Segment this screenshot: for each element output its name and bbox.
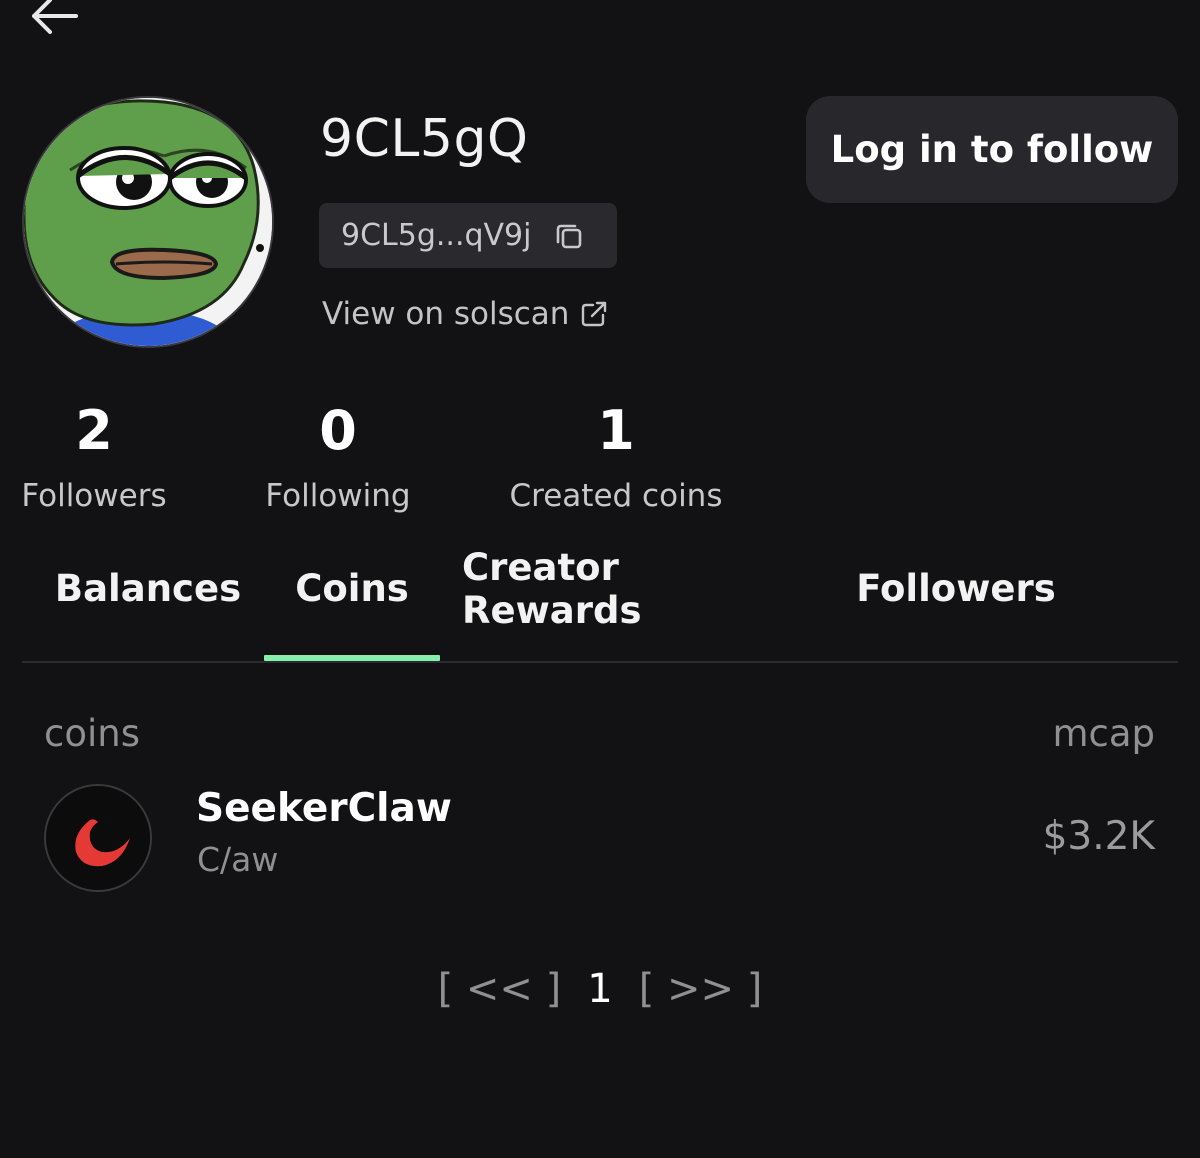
coin-row[interactable]: SeekerClaw C/aw $3.2K: [22, 780, 1178, 900]
pagination: [ << ] 1 [ >> ]: [0, 966, 1200, 1012]
solscan-link-label: View on solscan: [322, 296, 570, 332]
page-title: 9CL5gQ: [320, 109, 529, 169]
back-button[interactable]: [26, 0, 82, 38]
active-tab-indicator: [264, 655, 440, 661]
pagination-prev-button[interactable]: [ << ]: [438, 966, 562, 1012]
stat-value: 1: [597, 399, 635, 462]
coin-ticker: C/aw: [197, 840, 279, 879]
stat-followers[interactable]: 2 Followers: [14, 399, 174, 515]
copy-address-button[interactable]: 9CL5g...qV9j: [319, 203, 617, 268]
stat-value: 0: [319, 399, 357, 462]
profile-tabs: Balances Coins Creator Rewards Followers: [22, 546, 1178, 663]
coin-mcap: $3.2K: [1042, 814, 1155, 859]
stat-value: 2: [75, 399, 113, 462]
column-header-mcap[interactable]: mcap: [1052, 712, 1155, 755]
pagination-next-button[interactable]: [ >> ]: [639, 966, 763, 1012]
wallet-address: 9CL5g...qV9j: [341, 218, 532, 253]
tab-followers[interactable]: Followers: [848, 538, 1064, 639]
stat-following[interactable]: 0 Following: [258, 399, 418, 515]
coin-logo: [44, 784, 152, 892]
profile-page: 9CL5gQ 9CL5g...qV9j View on solscan Log …: [0, 0, 1200, 1158]
solscan-link[interactable]: View on solscan: [322, 296, 609, 332]
pagination-current-page: 1: [587, 966, 613, 1012]
tab-coins[interactable]: Coins: [264, 538, 440, 639]
tab-creator-rewards[interactable]: Creator Rewards: [462, 538, 808, 639]
tab-balances[interactable]: Balances: [32, 538, 264, 639]
coin-name: SeekerClaw: [196, 786, 452, 831]
arrow-left-icon: [32, 0, 78, 34]
stat-label: Followers: [21, 478, 167, 514]
copy-icon: [557, 224, 582, 248]
stat-label: Following: [265, 478, 411, 514]
stat-created-coins[interactable]: 1 Created coins: [500, 399, 732, 515]
stat-label: Created coins: [509, 478, 723, 514]
column-header-coins: coins: [44, 712, 140, 755]
login-to-follow-button[interactable]: Log in to follow: [806, 96, 1178, 203]
external-link-icon: [582, 301, 607, 327]
avatar: [22, 96, 274, 348]
